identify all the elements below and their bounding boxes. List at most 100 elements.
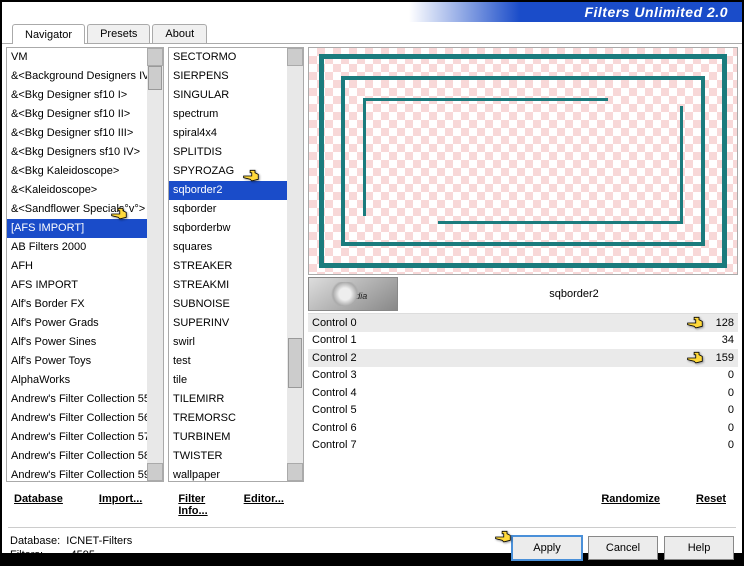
filter-item[interactable]: TREMORSC [169, 409, 287, 428]
editor-button[interactable]: Editor... [240, 491, 288, 519]
group-item[interactable]: Andrew's Filter Collection 59 [7, 466, 147, 481]
control-row: Control 7 0 [308, 437, 738, 455]
control-value: 128 [706, 317, 734, 329]
group-item[interactable]: &<Sandflower Specials°v°> [7, 200, 147, 219]
filter-item[interactable]: sqborder [169, 200, 287, 219]
group-item[interactable]: [AFS IMPORT] [7, 219, 147, 238]
filter-item[interactable]: TWISTER [169, 447, 287, 466]
group-item[interactable]: &<Bkg Designers sf10 IV> [7, 143, 147, 162]
group-item[interactable]: Alf's Power Sines [7, 333, 147, 352]
cancel-button[interactable]: Cancel [588, 536, 658, 560]
filter-item[interactable]: wallpaper [169, 466, 287, 481]
tab-presets[interactable]: Presets [87, 24, 150, 43]
database-button[interactable]: Database [10, 491, 67, 519]
group-item[interactable]: &<Bkg Designer sf10 I> [7, 86, 147, 105]
app-title: Filters Unlimited 2.0 [584, 4, 728, 20]
tabstrip: Navigator Presets About [2, 22, 742, 44]
control-value: 0 [706, 387, 734, 399]
group-item[interactable]: &<Bkg Designer sf10 II> [7, 105, 147, 124]
filters-scrollbar[interactable] [287, 48, 303, 481]
control-label: Control 7 [312, 439, 372, 451]
filter-item[interactable]: SUPERINV [169, 314, 287, 333]
filter-item[interactable]: spiral4x4 [169, 124, 287, 143]
group-item[interactable]: Andrew's Filter Collection 56 [7, 409, 147, 428]
control-slider[interactable] [376, 421, 702, 435]
group-item[interactable]: VM [7, 48, 147, 67]
status-info: Database: ICNET-Filters Filters: 4595 [10, 534, 506, 562]
filter-item[interactable]: TURBINEM [169, 428, 287, 447]
filter-item[interactable]: STREAKER [169, 257, 287, 276]
control-row: Control 6 0 [308, 419, 738, 437]
groups-scroll-thumb[interactable] [148, 66, 162, 90]
filter-item[interactable]: swirl [169, 333, 287, 352]
title-bar: Filters Unlimited 2.0 [2, 2, 742, 22]
filter-info-button[interactable]: Filter Info... [174, 491, 211, 519]
author-logo: claudia [308, 277, 398, 311]
control-value: 0 [706, 439, 734, 451]
control-label: Control 1 [312, 334, 372, 346]
control-slider[interactable] [376, 403, 702, 417]
group-item[interactable]: &<Kaleidoscope> [7, 181, 147, 200]
control-row: Control 40 [308, 384, 738, 402]
filter-item[interactable]: TILEMIRR [169, 390, 287, 409]
group-item[interactable]: AFH [7, 257, 147, 276]
control-slider[interactable] [376, 438, 702, 452]
filter-item[interactable]: test [169, 352, 287, 371]
group-item[interactable]: &<Bkg Kaleidoscope> [7, 162, 147, 181]
control-slider[interactable] [376, 386, 702, 400]
filter-item[interactable]: SECTORMO [169, 48, 287, 67]
filter-item[interactable]: sqborder2 [169, 181, 287, 200]
group-item[interactable]: Alf's Power Grads [7, 314, 147, 333]
control-label: Control 6 [312, 422, 372, 434]
group-item[interactable]: Andrew's Filter Collection 57 [7, 428, 147, 447]
separator [8, 527, 736, 528]
control-label: Control 2 [312, 352, 372, 364]
filters-scroll-thumb[interactable] [288, 338, 302, 388]
group-item[interactable]: &<Bkg Designer sf10 III> [7, 124, 147, 143]
filter-item[interactable]: SIERPENS [169, 67, 287, 86]
filter-item[interactable]: tile [169, 371, 287, 390]
filter-item[interactable]: SPLITDIS [169, 143, 287, 162]
reset-button[interactable]: Reset [692, 491, 730, 519]
filter-item[interactable]: SPYROZAG [169, 162, 287, 181]
filter-item[interactable]: STREAKMI [169, 276, 287, 295]
randomize-button[interactable]: Randomize [597, 491, 664, 519]
control-slider[interactable] [376, 368, 702, 382]
control-slider[interactable] [376, 333, 702, 347]
group-item[interactable]: &<Background Designers IV> [7, 67, 147, 86]
tab-navigator[interactable]: Navigator [12, 24, 85, 44]
group-item[interactable]: Andrew's Filter Collection 55 [7, 390, 147, 409]
controls-panel: Control 0128Control 134Control 2159Contr… [308, 313, 738, 482]
group-item[interactable]: Alf's Power Toys [7, 352, 147, 371]
group-item[interactable]: AB Filters 2000 [7, 238, 147, 257]
control-value: 0 [706, 369, 734, 381]
tab-about[interactable]: About [152, 24, 207, 43]
filters-listbox[interactable]: SECTORMOSIERPENSSINGULARspectrumspiral4x… [168, 47, 304, 482]
filter-item[interactable]: spectrum [169, 105, 287, 124]
preview-panel [308, 47, 738, 275]
filter-item[interactable]: SINGULAR [169, 86, 287, 105]
group-item[interactable]: AlphaWorks [7, 371, 147, 390]
group-item[interactable]: Alf's Border FX [7, 295, 147, 314]
control-value: 34 [706, 334, 734, 346]
control-value: 0 [706, 422, 734, 434]
group-item[interactable]: AFS IMPORT [7, 276, 147, 295]
control-value: 0 [706, 404, 734, 416]
control-row: Control 0128 [308, 314, 738, 332]
import-button[interactable]: Import... [95, 491, 146, 519]
control-label: Control 5 [312, 404, 372, 416]
help-button[interactable]: Help [664, 536, 734, 560]
control-row: Control 1 34 [308, 332, 738, 350]
filter-item[interactable]: SUBNOISE [169, 295, 287, 314]
groups-scrollbar[interactable] [147, 48, 163, 481]
control-slider[interactable] [376, 316, 702, 330]
filter-item[interactable]: squares [169, 238, 287, 257]
apply-button[interactable]: Apply [512, 536, 582, 560]
control-row: Control 2159 [308, 349, 738, 367]
filter-name-label: sqborder2 [410, 288, 738, 300]
group-item[interactable]: Andrew's Filter Collection 58 [7, 447, 147, 466]
control-row: Control 5 0 [308, 402, 738, 420]
filter-item[interactable]: sqborderbw [169, 219, 287, 238]
control-slider[interactable] [376, 351, 702, 365]
groups-listbox[interactable]: VM&<Background Designers IV>&<Bkg Design… [6, 47, 164, 482]
